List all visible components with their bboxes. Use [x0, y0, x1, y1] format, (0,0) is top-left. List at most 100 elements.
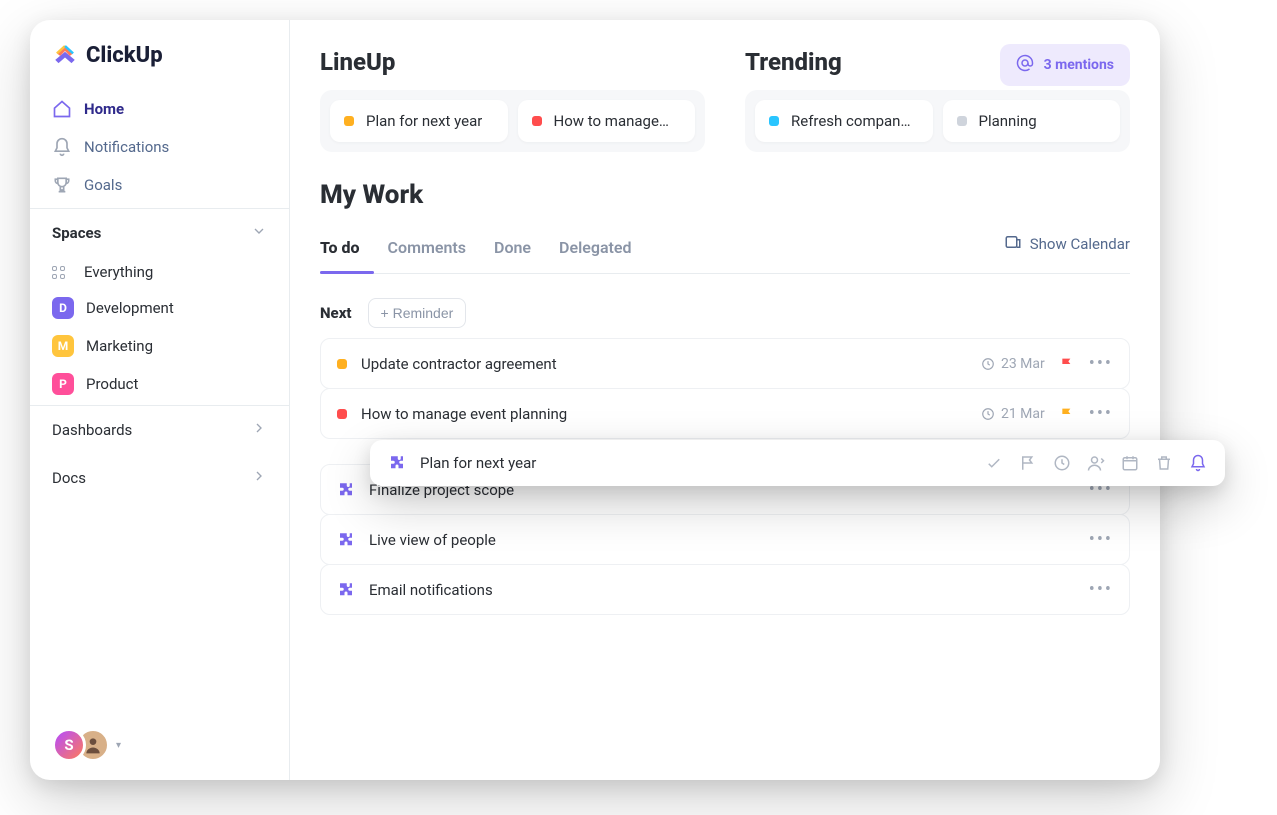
- clock-icon[interactable]: [1053, 454, 1071, 472]
- mentions-text: 3 mentions: [1044, 57, 1114, 73]
- task-row[interactable]: How to manage event planning 21 Mar •••: [320, 388, 1130, 439]
- card-label: Plan for next year: [366, 112, 482, 130]
- tab-done[interactable]: Done: [494, 228, 531, 273]
- more-icon[interactable]: •••: [1089, 353, 1113, 374]
- space-label: Development: [86, 299, 174, 317]
- task-title: Live view of people: [369, 531, 1075, 549]
- status-dot: [337, 359, 347, 369]
- status-dot: [532, 116, 542, 126]
- trash-icon[interactable]: [1155, 454, 1173, 472]
- tab-delegated[interactable]: Delegated: [559, 228, 631, 273]
- add-reminder-button[interactable]: + Reminder: [368, 298, 467, 328]
- nav-notifications[interactable]: Notifications: [40, 128, 279, 166]
- status-dot: [769, 116, 779, 126]
- task-date: 23 Mar: [981, 356, 1045, 372]
- logo[interactable]: ClickUp: [30, 42, 289, 86]
- task-hover-card: Plan for next year: [370, 440, 1225, 486]
- spaces-header[interactable]: Spaces: [30, 208, 289, 253]
- nav-goals[interactable]: Goals: [40, 166, 279, 204]
- docs-label: Docs: [52, 469, 86, 487]
- check-icon[interactable]: [985, 454, 1003, 472]
- task-row[interactable]: Update contractor agreement 23 Mar •••: [320, 338, 1130, 389]
- puzzle-icon: [337, 531, 355, 549]
- user-switcher[interactable]: S ▾: [30, 710, 289, 780]
- trending-cards: Refresh compan… Planning: [745, 90, 1130, 152]
- space-list: Everything D Development M Marketing P P…: [30, 253, 289, 405]
- avatar-initial: S: [52, 728, 86, 762]
- status-dot: [337, 409, 347, 419]
- trophy-icon: [52, 175, 72, 195]
- chevron-right-icon: [251, 468, 267, 488]
- task-title: Email notifications: [369, 581, 1075, 599]
- nav-primary: Home Notifications Goals: [30, 86, 289, 208]
- avatar-stack: S: [52, 728, 110, 762]
- space-badge: D: [52, 297, 74, 319]
- card-label: How to manage…: [554, 112, 669, 130]
- flag-icon[interactable]: [1059, 406, 1075, 422]
- tab-underline: [320, 271, 374, 274]
- nav-home[interactable]: Home: [40, 90, 279, 128]
- space-development[interactable]: D Development: [40, 289, 279, 327]
- more-icon[interactable]: •••: [1089, 579, 1113, 600]
- puzzle-icon: [388, 454, 406, 472]
- space-label: Product: [86, 375, 138, 393]
- chevron-down-icon: [251, 223, 267, 243]
- trending-card[interactable]: Refresh compan…: [755, 100, 933, 142]
- task-row[interactable]: Email notifications •••: [320, 564, 1130, 615]
- dashboards-label: Dashboards: [52, 421, 132, 439]
- tab-comments[interactable]: Comments: [388, 228, 466, 273]
- task-list-b: Finalize project scope ••• Live view of …: [320, 464, 1130, 614]
- tab-todo[interactable]: To do: [320, 228, 360, 273]
- puzzle-icon: [337, 481, 355, 499]
- trending-card[interactable]: Planning: [943, 100, 1121, 142]
- status-dot: [957, 116, 967, 126]
- next-label: Next: [320, 304, 352, 322]
- space-badge: P: [52, 373, 74, 395]
- everything-item[interactable]: Everything: [40, 255, 279, 289]
- flag-icon[interactable]: [1019, 454, 1037, 472]
- puzzle-icon: [337, 581, 355, 599]
- card-label: Planning: [979, 112, 1037, 130]
- space-marketing[interactable]: M Marketing: [40, 327, 279, 365]
- assignee-icon[interactable]: [1087, 454, 1105, 472]
- status-dot: [344, 116, 354, 126]
- calendar-icon[interactable]: [1121, 454, 1139, 472]
- app-window: ClickUp Home Notifications Goals: [30, 20, 1160, 780]
- nav-label: Home: [84, 100, 124, 118]
- nav-docs[interactable]: Docs: [30, 454, 289, 502]
- lineup-section: LineUp Plan for next year How to manage…: [320, 48, 705, 152]
- card-label: Refresh compan…: [791, 112, 911, 130]
- task-title: Update contractor agreement: [361, 355, 967, 373]
- clock-icon: [981, 407, 995, 421]
- task-list-a: Update contractor agreement 23 Mar ••• H…: [320, 338, 1130, 438]
- task-row[interactable]: Live view of people •••: [320, 514, 1130, 565]
- show-calendar-label: Show Calendar: [1030, 235, 1130, 253]
- grid-icon: [52, 266, 72, 279]
- mywork-title: My Work: [320, 180, 1130, 210]
- sidebar: ClickUp Home Notifications Goals: [30, 20, 290, 780]
- space-product[interactable]: P Product: [40, 365, 279, 403]
- more-icon[interactable]: •••: [1089, 403, 1113, 424]
- more-icon[interactable]: •••: [1089, 529, 1113, 550]
- space-label: Marketing: [86, 337, 153, 355]
- lineup-title: LineUp: [320, 48, 705, 76]
- bell-icon[interactable]: [1189, 454, 1207, 472]
- hover-card-title: Plan for next year: [420, 454, 971, 472]
- mentions-badge[interactable]: 3 mentions: [1000, 44, 1130, 86]
- nav-label: Notifications: [84, 138, 169, 156]
- everything-label: Everything: [84, 263, 153, 281]
- mywork-tabs: To do Comments Done Delegated Show Calen…: [320, 228, 1130, 274]
- date-text: 21 Mar: [1001, 406, 1045, 422]
- lineup-card[interactable]: How to manage…: [518, 100, 696, 142]
- bell-icon: [52, 137, 72, 157]
- show-calendar-button[interactable]: Show Calendar: [1004, 233, 1130, 269]
- lineup-card[interactable]: Plan for next year: [330, 100, 508, 142]
- hover-actions: [985, 454, 1207, 472]
- flag-icon[interactable]: [1059, 356, 1075, 372]
- next-row: Next + Reminder: [320, 298, 1130, 328]
- nav-dashboards[interactable]: Dashboards: [30, 405, 289, 454]
- lineup-cards: Plan for next year How to manage…: [320, 90, 705, 152]
- home-icon: [52, 99, 72, 119]
- main-content: 3 mentions LineUp Plan for next year How…: [290, 20, 1160, 780]
- nav-label: Goals: [84, 176, 122, 194]
